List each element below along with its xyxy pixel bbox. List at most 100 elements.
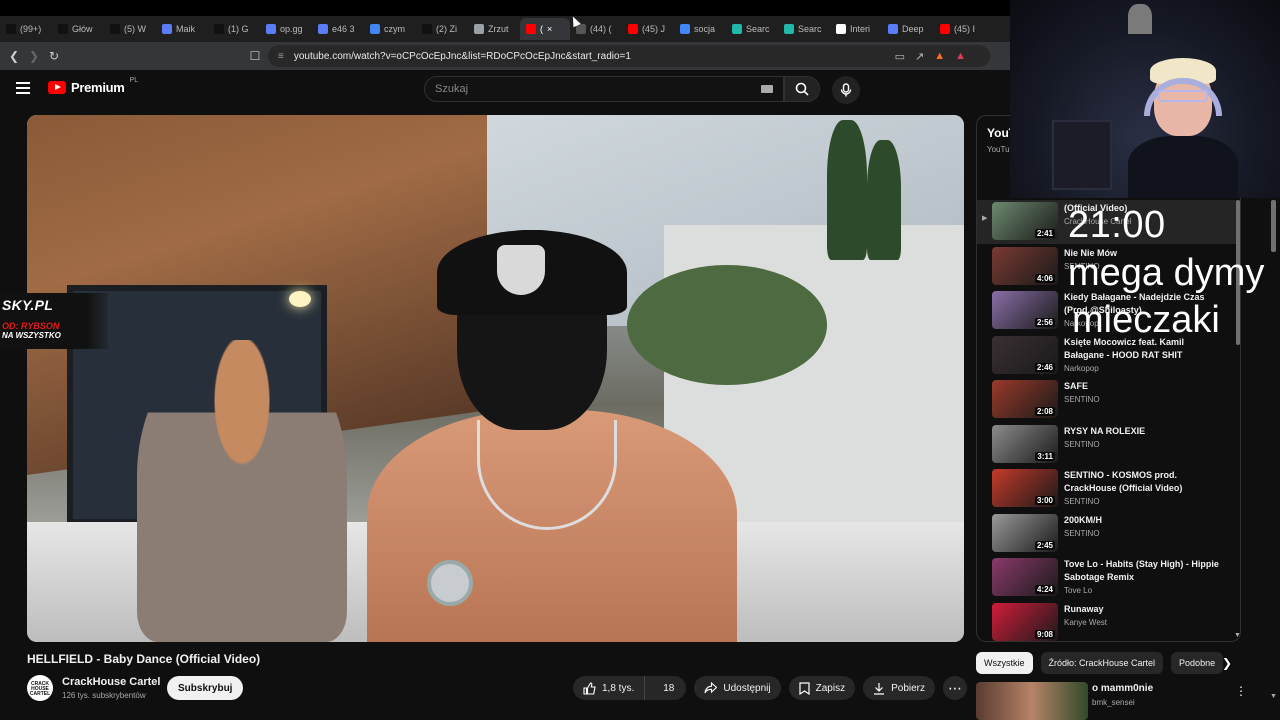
browser-tab[interactable]: czym (364, 18, 416, 40)
browser-tab[interactable]: Interi (830, 18, 882, 40)
search-input[interactable]: Szukaj (424, 76, 784, 102)
playlist-scroll-down-icon[interactable]: ▼ (1234, 632, 1241, 639)
menu-icon[interactable] (16, 82, 30, 97)
browser-tab[interactable]: (5) W (104, 18, 156, 40)
back-icon[interactable]: ❮ (4, 49, 24, 63)
video-player[interactable] (27, 115, 964, 642)
playlist-thumbnail[interactable]: 4:06 (992, 246, 1058, 285)
recommended-video[interactable]: o mamm0nie bmk_sensei ⋮ (976, 680, 1247, 720)
download-button[interactable]: Pobierz (863, 676, 935, 700)
playlist-item[interactable]: 4:24 Tove Lo - Habits (Stay High) - Hippi… (977, 556, 1237, 600)
logo-region: PL (129, 77, 139, 84)
browser-tab[interactable]: Searc (726, 18, 778, 40)
playlist-item-title: SENTINO - KOSMOS prod. CrackHouse (Offic… (1064, 470, 1183, 493)
browser-tab[interactable]: e46 3 (312, 18, 364, 40)
playlist-thumbnail[interactable]: 4:24 (992, 558, 1058, 596)
tab-label: Deep (902, 24, 924, 34)
site-info-icon[interactable]: ≡ (278, 51, 284, 62)
rewards-icon[interactable]: ▲ (955, 50, 966, 63)
keyboard-icon[interactable] (761, 85, 773, 93)
playlist-thumbnail[interactable]: 2:56 (992, 291, 1058, 329)
brave-shield-icon[interactable]: ▲ (934, 50, 945, 63)
reload-icon[interactable]: ↻ (44, 49, 64, 63)
page-scroll-down-icon[interactable]: ▼ (1270, 693, 1277, 700)
youtube-header: Premium PL Szukaj (0, 70, 1010, 110)
tab-label: (1) G (228, 24, 249, 34)
browser-tab[interactable]: Głów (52, 18, 104, 40)
playlist-thumbnail[interactable]: 9:08 (992, 602, 1058, 641)
filter-chip[interactable]: Podobne (1171, 652, 1224, 674)
playlist-thumbnail[interactable]: 3:00 (992, 469, 1058, 507)
page-scrollbar[interactable] (1271, 200, 1276, 252)
playlist-item[interactable]: 3:11 RYSY NA ROLEXIE SENTINO (977, 423, 1237, 467)
playlist-item[interactable]: 2:08 SAFE SENTINO (977, 378, 1237, 422)
tab-favicon-icon (214, 24, 224, 34)
bookmark-save-icon (799, 681, 810, 695)
browser-tab[interactable]: op.gg (260, 18, 312, 40)
browser-tab[interactable]: (1) G (208, 18, 260, 40)
playlist-thumbnail[interactable]: 2:46 (992, 335, 1058, 374)
search-button[interactable] (784, 76, 820, 102)
tab-label: op.gg (280, 24, 303, 34)
browser-tab[interactable]: (2) Zi (416, 18, 468, 40)
browser-tab[interactable]: socja (674, 18, 726, 40)
dislike-button[interactable]: 18 (651, 676, 686, 700)
share-icon (704, 682, 718, 694)
youtube-premium-logo[interactable]: Premium PL (48, 77, 139, 95)
forward-icon[interactable]: ❯ (24, 49, 44, 63)
playlist-item-channel: SENTINO (1064, 528, 1100, 538)
playlist-item-channel: Tove Lo (1064, 586, 1093, 595)
playlist-thumbnail[interactable]: 2:08 (992, 380, 1058, 418)
duration-badge: 2:46 (1034, 362, 1055, 372)
stream-overlay-line: mieczaki (1072, 299, 1220, 341)
filter-chip[interactable]: Źródło: CrackHouse Cartel (1040, 652, 1164, 674)
subscribe-button[interactable]: Subskrybuj (167, 676, 244, 700)
recommended-more-icon[interactable]: ⋮ (1235, 684, 1247, 698)
playlist-item[interactable]: 2:45 200KM/H SENTINO (977, 512, 1237, 556)
install-icon[interactable]: ▭ (895, 50, 905, 63)
browser-tab[interactable]: Zrzut (468, 18, 520, 40)
browser-tab[interactable]: (99+) (0, 18, 52, 40)
channel-name[interactable]: CrackHouse Cartel (62, 676, 160, 688)
browser-tab[interactable]: Searc (778, 18, 830, 40)
playlist-item[interactable]: 9:08 Runaway Kanye West (977, 601, 1237, 642)
tab-label: e46 3 (332, 24, 355, 34)
share-label: Udostępnij (723, 682, 771, 694)
save-button[interactable]: Zapisz (788, 676, 856, 700)
more-actions-icon[interactable]: ⋯ (943, 676, 967, 700)
tab-label: Searc (746, 24, 770, 34)
browser-tab[interactable]: Deep (882, 18, 934, 40)
share-button[interactable]: Udostępnij (694, 676, 781, 700)
chips-next-icon[interactable]: ❯ (1222, 656, 1232, 670)
duration-badge: 4:06 (1034, 273, 1055, 283)
playlist-thumbnail[interactable]: 2:45 (992, 513, 1058, 552)
playlist-thumbnail[interactable]: 2:41 (992, 202, 1058, 240)
webcam-trophy (1128, 4, 1152, 34)
browser-tab-bar: (99+) Głów (5) W Maik (1) G op.gg e46 3 czym (2)… (0, 16, 1010, 42)
filter-chip[interactable]: Wszystkie (976, 652, 1033, 674)
search-icon (795, 82, 809, 96)
url-field[interactable]: ≡ youtube.com/watch?v=oCPcOcEpJnc&list=R… (268, 45, 990, 67)
close-tab-icon[interactable]: × (547, 24, 552, 34)
browser-tab[interactable]: (× (520, 18, 570, 40)
tab-favicon-icon (110, 24, 120, 34)
playlist-item[interactable]: 3:00 SENTINO - KOSMOS prod. CrackHouse (O… (977, 467, 1237, 511)
voice-search-button[interactable] (832, 76, 860, 104)
recommended-thumbnail[interactable] (976, 682, 1088, 720)
tab-label: (5) W (124, 24, 146, 34)
bookmark-icon[interactable]: ☐ (245, 49, 265, 63)
share-page-icon[interactable]: ↗ (915, 50, 924, 63)
browser-tab[interactable]: (45) I (934, 18, 986, 40)
channel-avatar[interactable]: CRACK HOUSE CARTEL (27, 675, 53, 701)
duration-badge: 9:08 (1034, 629, 1055, 639)
browser-tab[interactable]: Maik (156, 18, 208, 40)
tab-label: (44) ( (590, 24, 612, 34)
recommended-title[interactable]: o mamm0nie (1092, 683, 1153, 694)
playlist-thumbnail[interactable]: 3:11 (992, 424, 1058, 463)
tab-favicon-icon (58, 24, 68, 34)
browser-tab[interactable]: (45) J (622, 18, 674, 40)
playlist-item-channel: SENTINO (1064, 395, 1100, 404)
tab-label: (2) Zi (436, 24, 457, 34)
sponsor-code-text: OD: RYBSON (2, 321, 60, 331)
like-button[interactable]: 1,8 tys. (573, 676, 646, 700)
